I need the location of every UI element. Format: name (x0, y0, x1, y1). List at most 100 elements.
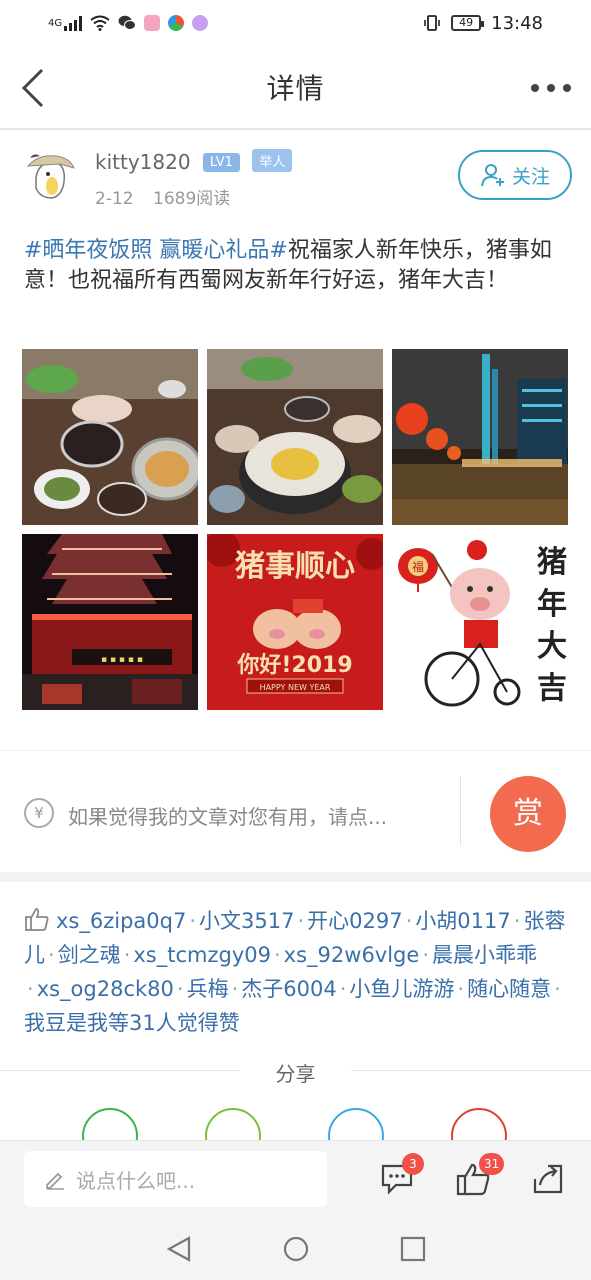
liker-separator: · (176, 977, 184, 1001)
comments-button[interactable]: 3 (380, 1153, 424, 1197)
topic-hashtag[interactable]: #晒年夜饭照 赢暖心礼品# (24, 238, 288, 263)
card-caption-bottom: HAPPY NEW YEAR (260, 683, 331, 692)
app-icon-3 (192, 15, 209, 31)
system-home-icon[interactable] (282, 1235, 310, 1263)
liker-separator: · (123, 943, 131, 967)
share-line-right (351, 1070, 591, 1071)
liker-separator: · (457, 977, 465, 1001)
liker-separator: · (48, 943, 55, 967)
back-arrow-icon[interactable] (20, 68, 50, 108)
pig-caption-3: 大 (537, 629, 567, 664)
likes-list: xs_6zipa0q7 · 小文3517 · 开心0297 · 小胡0117 · 张蓉儿 · 剑之魂… (24, 904, 572, 1040)
post-date: 2-12 (95, 189, 134, 209)
liker-name[interactable]: 随心随意 (467, 977, 551, 1001)
avatar[interactable] (22, 148, 80, 206)
nav-bar: 详情 (0, 46, 591, 130)
follow-label: 关注 (511, 165, 550, 188)
card-caption-top: 猪事顺心 (235, 549, 355, 584)
liker-name[interactable]: xs_92w6vlge (284, 943, 420, 967)
status-bar: 4G 49 13:48 (0, 0, 591, 46)
wechat-icon (118, 15, 137, 30)
read-count: 1689阅读 (153, 189, 231, 209)
liker-separator: · (27, 977, 34, 1001)
system-nav-bar (0, 1218, 591, 1280)
author-header: kitty1820 LV1 举人 2-12 1689阅读 关注 (22, 146, 572, 216)
liker-separator: · (513, 909, 521, 933)
like-count-badge: 31 (479, 1153, 505, 1175)
network-label: 4G (48, 17, 63, 29)
liker-separator: · (339, 977, 347, 1001)
photo-pig-bicycle[interactable]: 福 猪 年 大 吉 (392, 534, 568, 710)
liker-name[interactable]: 杰子6004 (241, 977, 336, 1001)
divider (0, 750, 591, 751)
liker-name[interactable]: 晨晨小乖乖 (432, 943, 537, 967)
pig-caption-4: 吉 (537, 671, 567, 706)
like-button[interactable]: 31 (455, 1153, 505, 1197)
liker-name[interactable]: 小文3517 (199, 909, 294, 933)
pig-caption-1: 猪 (537, 545, 567, 580)
liker-name[interactable]: xs_tcmzgy09 (133, 943, 271, 967)
photo-pagoda[interactable]: ▪ ▪ ▪ ▪ ▪ (22, 534, 198, 710)
role-badge: 举人 (252, 149, 293, 172)
liker-name[interactable]: 开心0297 (307, 909, 402, 933)
wifi-icon (90, 15, 110, 31)
post-meta: 2-12 1689阅读 (95, 184, 230, 209)
photo-grid: ▪ ▪ ▪ ▪ ▪ 猪事顺心 你好!2019 HAPPY NEW YEAR 福 (22, 349, 568, 710)
liker-name[interactable]: 小鱼儿游游 (349, 977, 454, 1001)
system-recents-icon[interactable] (399, 1235, 427, 1263)
author-username[interactable]: kitty1820 (95, 150, 191, 174)
bottom-action-bar: 说点什么吧... 3 31 (0, 1140, 591, 1218)
comment-input[interactable]: 说点什么吧... (24, 1151, 327, 1207)
photo-hotpot-1[interactable] (22, 349, 198, 525)
clock: 13:48 (491, 12, 543, 34)
level-badge: LV1 (202, 153, 240, 172)
author-name[interactable]: kitty1820 LV1 举人 (95, 149, 293, 174)
liker-name[interactable]: xs_6zipa0q7 (56, 909, 186, 933)
pencil-icon (46, 1172, 64, 1190)
liker-name[interactable]: 小胡0117 (415, 909, 510, 933)
comment-count-badge: 3 (402, 1153, 424, 1175)
liker-separator: · (231, 977, 239, 1001)
thumbs-up-icon (25, 908, 49, 931)
liker-name[interactable]: xs_og28ck80 (37, 977, 174, 1001)
share-button[interactable] (530, 1161, 566, 1197)
post-body: #晒年夜饭照 赢暖心礼品#祝福家人新年快乐，猪事如意！也祝福所有西蜀网友新年行好… (24, 236, 569, 296)
reward-button[interactable]: 赏 (490, 776, 566, 852)
app-icon-2 (168, 15, 185, 31)
system-back-icon[interactable] (165, 1235, 193, 1263)
battery-indicator: 49 (451, 15, 485, 31)
liker-name[interactable]: 兵梅 (187, 977, 229, 1001)
app-icon-1 (144, 15, 161, 31)
add-user-icon (480, 164, 504, 187)
liker-separator: · (273, 943, 281, 967)
liker-name[interactable]: 剑之魂 (58, 943, 121, 967)
status-left: 4G (48, 15, 209, 31)
more-options-icon[interactable] (531, 76, 571, 100)
share-label: 分享 (275, 1062, 316, 1086)
photo-pig-card[interactable]: 猪事顺心 你好!2019 HAPPY NEW YEAR (207, 534, 383, 710)
status-right: 49 13:48 (423, 13, 543, 34)
vibrate-icon (424, 15, 440, 31)
photo-night-city[interactable] (392, 349, 568, 525)
page-title: 详情 (266, 72, 325, 105)
liker-separator: · (405, 909, 413, 933)
liker-separator: · (297, 909, 305, 933)
reward-divider (460, 776, 461, 846)
share-icon (533, 1164, 563, 1194)
photo-hotpot-2[interactable] (207, 349, 383, 525)
liker-name[interactable]: 我豆是我 (24, 1011, 108, 1035)
section-gap (0, 872, 591, 882)
reward-row: ¥ 如果觉得我的文章对您有用，请点... 赏 (0, 772, 591, 872)
reward-hint[interactable]: 如果觉得我的文章对您有用，请点... (68, 801, 387, 830)
card-caption-mid: 你好!2019 (236, 652, 352, 678)
signal-icon (64, 15, 83, 31)
liker-separator: · (554, 977, 561, 1001)
liker-separator: · (422, 943, 429, 967)
follow-button[interactable]: 关注 (458, 150, 572, 200)
lantern-char: 福 (412, 559, 424, 574)
pig-caption-2: 年 (537, 587, 567, 622)
yen-icon: ¥ (24, 798, 54, 828)
comment-placeholder: 说点什么吧... (76, 1168, 196, 1193)
liker-separator: · (189, 909, 197, 933)
svg-text:▪ ▪ ▪ ▪ ▪: ▪ ▪ ▪ ▪ ▪ (101, 655, 143, 665)
